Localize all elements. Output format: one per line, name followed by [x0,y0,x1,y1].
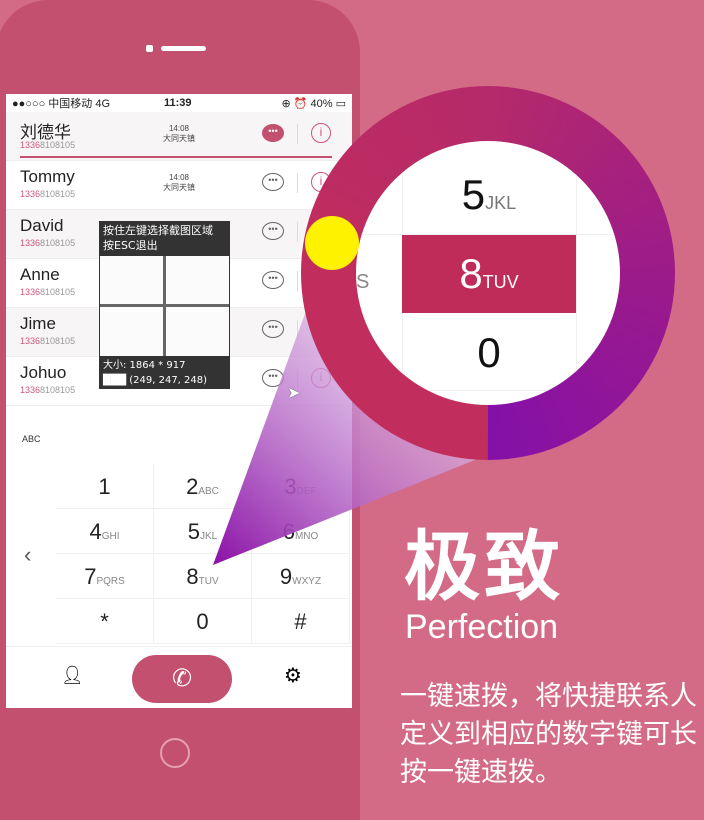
tooltip-line2: 按ESC退出 [103,239,158,252]
message-icon[interactable]: ••• [262,173,284,191]
contacts-icon[interactable]: 👤︎ [61,665,84,686]
magnified-key-5: 5JKL [461,171,517,218]
description: 一键速拨，将快捷联系人定义到相应的数字键可长按一键速拨。 [400,681,697,788]
dial-key-5[interactable]: 5JKL [154,509,252,554]
dial-key-2[interactable]: 2ABC [154,464,252,509]
mouse-cursor-icon: ➤ [287,385,301,402]
message-icon[interactable]: ••• [262,271,284,289]
magnifier-lens: 5JKL 8TUV 0 S [356,141,620,405]
contact-name: Johuo [20,363,67,382]
phone-icon: ✆ [171,665,193,692]
message-icon[interactable]: ••• [262,124,284,142]
contact-number: 13368108105 [20,140,76,150]
camera [146,45,153,52]
contact-row[interactable]: 刘德华 13368108105 14:08 大同天镇 ••• i [6,112,352,161]
contact-name: David [20,216,64,235]
dial-key-8[interactable]: 8TUV [154,554,252,599]
contact-number: 13368108105 [20,238,76,248]
dial-key-0[interactable]: 0 [154,599,252,644]
divider [297,124,298,144]
contact-number: 13368108105 [20,287,76,297]
clock: 11:39 [164,97,192,109]
divider [297,271,298,291]
bottom-bar: 👤︎ ✆ ⚙ [6,646,352,708]
contact-number: 13368108105 [20,336,76,346]
contact-name: Jime [20,314,56,333]
subheadline: Perfection [405,608,559,646]
dial-key-9[interactable]: 9WXYZ [252,554,350,599]
dial-key-#[interactable]: # [252,599,350,644]
screenshot-tooltip: 按住左键选择截图区域 按ESC退出 大小: 1864 * 917 ███ (249,… [99,221,230,389]
carrier: ●●○○○ 中国移动 4G [12,98,111,110]
message-icon[interactable]: ••• [262,369,284,387]
divider [297,222,298,242]
status-icons: ⊕ ⏰ 40% ▭ [281,97,347,110]
tooltip-size: 大小: 1864 * 917 [103,360,186,371]
dial-key-1[interactable]: 1 [56,464,154,509]
headline: 极致 [404,525,564,610]
tooltip-color: ███ (249, 247, 248) [103,375,208,386]
input-hint: ABC [22,434,41,444]
magnified-side-letter: S [356,271,370,293]
info-icon[interactable]: i [311,123,331,143]
dial-key-*[interactable]: * [56,599,154,644]
speaker [161,46,206,51]
status-bar: ●●○○○ 中国移动 4G 11:39 ⊕ ⏰ 40% ▭ [6,94,352,112]
settings-gear-icon[interactable]: ⚙ [284,663,302,688]
message-icon[interactable]: ••• [262,222,284,240]
magnified-key-8-selected: 8TUV [402,235,576,313]
active-underline [20,156,332,158]
call-button[interactable]: ✆ [132,655,232,703]
divider [297,173,298,193]
call-time: 14:08大同天镇 [163,124,195,143]
dial-pad: 1 2ABC 3DEF 4GHI 5JKL 6MNO 7PQRS 8TUV 9WXYZ * 0 # [56,464,352,644]
contact-number: 13368108105 [20,189,76,199]
dial-key-7[interactable]: 7PQRS [56,554,154,599]
divider [297,320,298,340]
message-icon[interactable]: ••• [262,320,284,338]
contact-number: 13368108105 [20,385,76,395]
back-chevron-icon[interactable]: ‹ [24,542,31,568]
magnified-key-0: 0 [477,329,501,376]
contact-name: Tommy [20,167,75,186]
dial-key-6[interactable]: 6MNO [252,509,350,554]
zoom-preview [100,256,229,356]
contact-name: Anne [20,265,60,284]
tooltip-line1: 按住左键选择截图区域 [103,224,213,237]
yellow-dot [305,216,359,270]
dial-key-4[interactable]: 4GHI [56,509,154,554]
contact-row[interactable]: Tommy 13368108105 14:08 大同天镇 ••• i [6,161,352,210]
call-time: 14:08大同天镇 [163,173,195,192]
home-button[interactable] [160,738,190,768]
dial-key-3[interactable]: 3DEF [252,464,350,509]
